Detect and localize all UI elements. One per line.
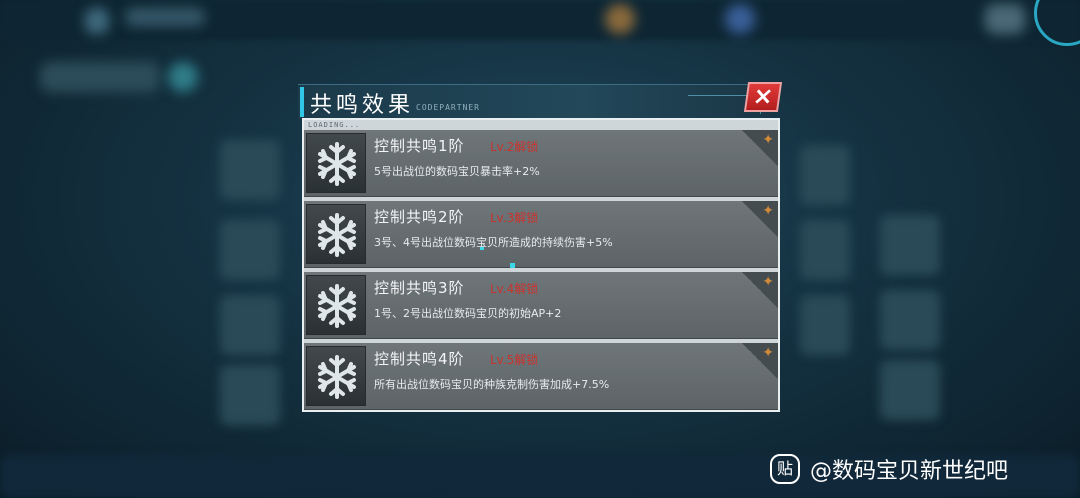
snowflake-icon (306, 346, 366, 406)
snowflake-icon (306, 275, 366, 335)
row-corner: ✦ (742, 272, 778, 308)
row-title: 控制共鸣3阶 (374, 279, 465, 297)
row-unlock-level: Lv.4解锁 (490, 282, 539, 296)
row-corner: ✦ (742, 201, 778, 237)
dialog-header: 共鸣效果 CODEPARTNER (298, 84, 772, 119)
row-title: 控制共鸣1阶 (374, 137, 465, 155)
dialog-title: 共鸣效果 (310, 93, 415, 118)
close-button[interactable]: × (743, 82, 783, 112)
row-corner: ✦ (742, 130, 778, 166)
row-description: 所有出战位数码宝贝的种族克制伤害加成+7.5% (374, 378, 610, 391)
watermark-text: @数码宝贝新世纪吧 (810, 459, 1009, 484)
row-title: 控制共鸣2阶 (374, 208, 465, 226)
snowflake-icon (306, 204, 366, 264)
resonance-row-4: 控制共鸣4阶 Lv.5解锁 所有出战位数码宝贝的种族克制伤害加成+7.5% ✦ (304, 343, 778, 410)
resonance-dialog: 共鸣效果 CODEPARTNER × LOADING... 控制共鸣1阶 Lv.… (298, 82, 783, 414)
watermark: 贴 @数码宝贝新世纪吧 (770, 452, 1008, 486)
snowflake-icon (306, 133, 366, 193)
row-title: 控制共鸣4阶 (374, 350, 465, 368)
row-description: 1号、2号出战位数码宝贝的初始AP+2 (374, 307, 562, 320)
rank-badge-icon: ✦ (762, 132, 774, 148)
loading-text: LOADING... (308, 121, 361, 129)
header-accent-bar (300, 87, 304, 117)
row-description: 5号出战位的数码宝贝暴击率+2% (374, 165, 540, 178)
row-unlock-level: Lv.5解锁 (490, 353, 539, 367)
close-icon: × (751, 82, 776, 110)
rank-badge-icon: ✦ (762, 274, 774, 290)
row-corner: ✦ (742, 343, 778, 379)
sparkle (480, 247, 484, 250)
sparkle (510, 263, 515, 268)
title-decoration-text: CODEPARTNER (416, 103, 480, 112)
resonance-list: LOADING... 控制共鸣1阶 Lv.2解锁 5号出战位的数码宝贝暴击率+2… (302, 118, 780, 412)
rank-badge-icon: ✦ (762, 203, 774, 219)
rank-badge-icon: ✦ (762, 345, 774, 361)
row-description: 3号、4号出战位数码宝贝所造成的持续伤害+5% (374, 236, 613, 249)
resonance-row-2: 控制共鸣2阶 Lv.3解锁 3号、4号出战位数码宝贝所造成的持续伤害+5% ✦ (304, 201, 778, 268)
resonance-row-3: 控制共鸣3阶 Lv.4解锁 1号、2号出战位数码宝贝的初始AP+2 ✦ (304, 272, 778, 339)
resonance-row-1: 控制共鸣1阶 Lv.2解锁 5号出战位的数码宝贝暴击率+2% ✦ (304, 130, 778, 197)
tieba-icon: 贴 (770, 454, 800, 484)
row-unlock-level: Lv.3解锁 (490, 211, 539, 225)
row-unlock-level: Lv.2解锁 (490, 140, 539, 154)
